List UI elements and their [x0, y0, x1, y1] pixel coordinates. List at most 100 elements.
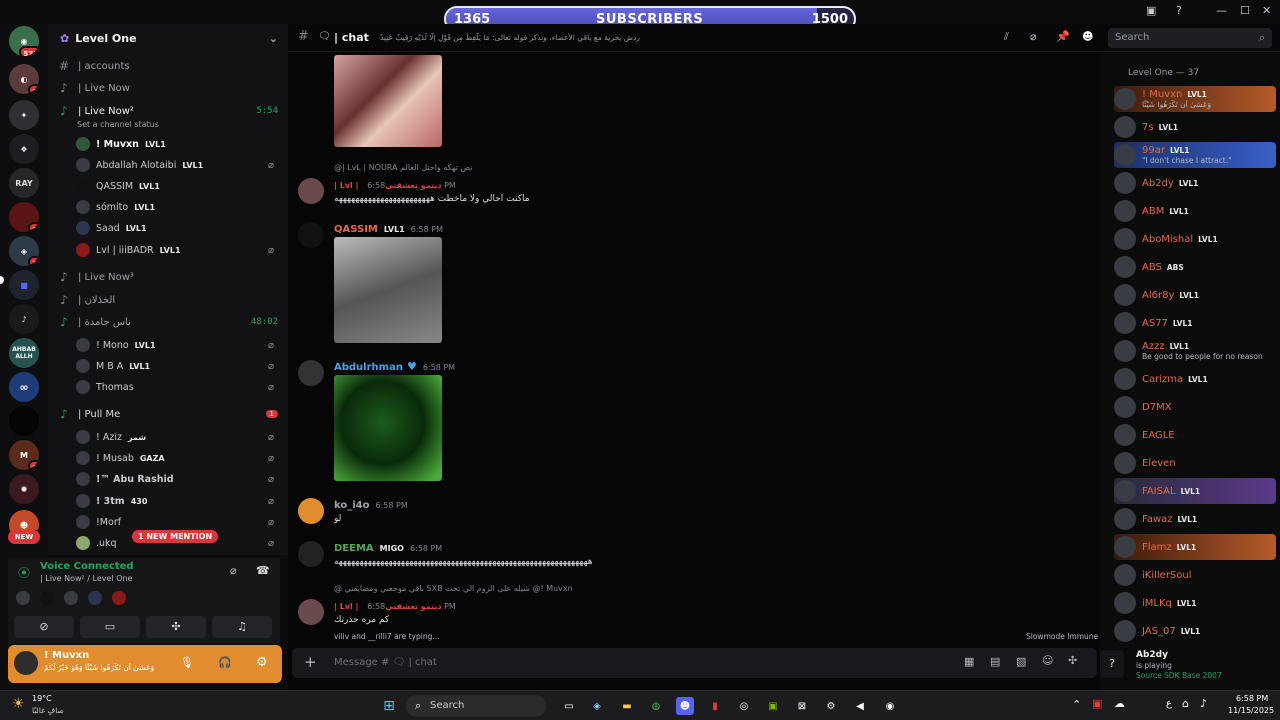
server-icon[interactable]: ✦	[9, 100, 39, 130]
app-icon[interactable]: ▮	[706, 697, 724, 715]
voice-connected-sub[interactable]: | Live Now² / Level One	[40, 574, 132, 583]
voice-user[interactable]: ! 3tm 430 ⌀	[76, 491, 274, 511]
member-item[interactable]: AboMishal LVL1	[1114, 226, 1276, 252]
search-input[interactable]: Search ⌕	[1108, 28, 1272, 48]
gift-icon[interactable]: ▦	[964, 655, 974, 668]
voice-user[interactable]: Lvl | iiiBADR LVL1 ⌀	[76, 240, 274, 260]
discord-icon[interactable]: ☻	[676, 697, 694, 715]
member-item[interactable]: iKillerSoul	[1114, 562, 1276, 588]
apps-icon[interactable]: ✣	[1068, 654, 1077, 667]
notification-muted-icon[interactable]: ⌀	[1030, 30, 1037, 43]
avatar[interactable]	[14, 651, 38, 675]
network-icon[interactable]: ⌂	[1182, 697, 1189, 710]
voice-user[interactable]: ! Musab GAZA ⌀	[76, 448, 274, 468]
member-item[interactable]: ABM LVL1	[1114, 198, 1276, 224]
member-item[interactable]: Eleven	[1114, 450, 1276, 476]
image-attachment[interactable]	[334, 375, 442, 481]
home-server-icon[interactable]: ◉ 571	[9, 26, 39, 56]
member-item[interactable]: D7MX	[1114, 394, 1276, 420]
gif-icon[interactable]: ▤	[990, 655, 1000, 668]
member-item[interactable]: ABS ABS	[1114, 254, 1276, 280]
screenshare-button[interactable]: ▭	[80, 616, 140, 638]
avatar[interactable]	[16, 591, 30, 605]
soundboard-button[interactable]: ♫	[212, 616, 272, 638]
voice-user[interactable]: Saad LVL1	[76, 218, 274, 238]
microphone-icon[interactable]: 🎙	[180, 656, 194, 669]
channel-status[interactable]: Set a channel status	[77, 120, 159, 129]
voice-user[interactable]: !™ Abu Rashid ⌀	[76, 469, 274, 489]
help-icon[interactable]: ?	[1176, 4, 1182, 17]
settings-icon[interactable]: ⚙	[256, 655, 268, 670]
voice-user[interactable]: ! Aziz شمر ⌀	[76, 427, 274, 447]
clock-time[interactable]: 6:58 PM	[1236, 694, 1268, 703]
message-author[interactable]: ko_i4o	[334, 500, 370, 511]
app-icon[interactable]: ◎	[735, 697, 753, 715]
avatar[interactable]	[298, 222, 324, 248]
member-item[interactable]: Ab2dy LVL1	[1114, 170, 1276, 196]
reply-preview[interactable]: @| LvL | NOURA نص تهكه واحتل العالم	[334, 163, 473, 172]
voice-user[interactable]: M B A LVL1 ⌀	[76, 356, 274, 376]
member-item[interactable]: AS77 LVL1	[1114, 310, 1276, 336]
message-input[interactable]: + Message # 🗨 | chat ▦ ▤ ▧ ☺ ✣	[292, 648, 1097, 678]
inbox-icon[interactable]: ▣	[1146, 4, 1156, 17]
volume-icon[interactable]: ♪	[1200, 697, 1207, 710]
server-icon[interactable]: 2	[9, 202, 39, 232]
server-icon[interactable]: M2	[9, 440, 39, 470]
server-icon-ray[interactable]: RAY	[9, 168, 39, 198]
channel-nas-jamda[interactable]: ♪ | ناس جامدة 48:02	[56, 312, 278, 332]
message-author[interactable]: | Lvl | دينمو تعشقني	[334, 602, 442, 611]
tray-icon[interactable]: ☁	[1114, 697, 1125, 710]
chrome-icon[interactable]: ◍	[647, 697, 665, 715]
channel-khithlan[interactable]: ♪ | الخذلان	[56, 290, 278, 310]
member-item[interactable]: 7s LVL1	[1114, 114, 1276, 140]
member-item[interactable]: Al6r8y LVL1	[1114, 282, 1276, 308]
server-icon[interactable]: ❖	[9, 134, 39, 164]
new-server-badge[interactable]: NEW	[8, 530, 40, 544]
threads-icon[interactable]: ⫽	[1004, 30, 1009, 44]
disconnect-icon[interactable]: ☎	[256, 564, 270, 577]
headphones-icon[interactable]: 🎧	[218, 656, 232, 669]
member-item[interactable]: Fawaz LVL1	[1114, 506, 1276, 532]
avatar[interactable]	[64, 591, 78, 605]
channel-live-now-3[interactable]: ♪ | Live Now³	[56, 267, 278, 287]
app-icon[interactable]: ◀	[851, 697, 869, 715]
avatar[interactable]	[298, 498, 324, 524]
member-list-icon[interactable]: ☻	[1082, 30, 1093, 43]
reply-preview[interactable]: @ باقي موجعني ومضايقني SXB شيله على الرو…	[334, 584, 573, 593]
voice-user[interactable]: Abdallah Alotaibi LVL1 ⌀	[76, 155, 274, 175]
voice-user[interactable]: ! Mono LVL1 ⌀	[76, 335, 274, 355]
weather-icon[interactable]: ☀	[12, 696, 25, 712]
server-icon-ahbab[interactable]: AHBAB ALLH	[9, 338, 39, 368]
obs-icon[interactable]: ◉	[881, 697, 899, 715]
message-author[interactable]: | Lvl | دينمو تعشقني	[334, 181, 442, 190]
avatar[interactable]	[298, 178, 324, 204]
activity-card[interactable]: Ab2dy is playing Source SDK Base 2007	[1128, 648, 1278, 682]
channel-live-now-2[interactable]: ♪ | Live Now² 5:54	[56, 101, 278, 121]
help-button[interactable]: ?	[1100, 650, 1124, 678]
channel-pull-me[interactable]: ♪ | Pull Me 1	[56, 404, 278, 424]
avatar[interactable]	[298, 541, 324, 567]
channel-live-now[interactable]: ♪ | Live Now	[56, 78, 278, 98]
pin-icon[interactable]: 📌	[1056, 30, 1070, 43]
avatar[interactable]	[298, 599, 324, 625]
noise-suppression-icon[interactable]: ⌀	[230, 564, 237, 577]
new-mention-pill[interactable]: 1 NEW MENTION	[132, 530, 219, 543]
member-item[interactable]: Azzz LVL1 Be good to people for no reason	[1114, 338, 1276, 364]
avatar[interactable]	[40, 591, 54, 605]
member-item[interactable]: Carizma LVL1	[1114, 366, 1276, 392]
copilot-icon[interactable]: ◈	[588, 697, 606, 715]
server-icon[interactable]: ◈ 3	[9, 236, 39, 266]
image-attachment[interactable]	[334, 55, 442, 147]
member-item[interactable]: ! Muvxn LVL1 وَعَسَىٰ أَن تَكْرَهُوا شَيْئ…	[1114, 86, 1276, 112]
add-attachment-icon[interactable]: +	[304, 653, 317, 671]
voice-user[interactable]: Thomas ⌀	[76, 377, 274, 397]
server-icon[interactable]	[9, 406, 39, 436]
tray-chevron-icon[interactable]: ⌃	[1072, 698, 1081, 711]
steam-icon[interactable]: ⚙	[822, 697, 840, 715]
file-explorer-icon[interactable]: ▬	[618, 697, 636, 715]
task-view-icon[interactable]: ▭	[560, 697, 578, 715]
clock-date[interactable]: 11/15/2025	[1228, 706, 1274, 715]
maximize-button[interactable]: ☐	[1240, 4, 1250, 17]
voice-user[interactable]: QASSIM LVL1	[76, 176, 274, 196]
server-icon[interactable]: ♪	[9, 304, 39, 334]
